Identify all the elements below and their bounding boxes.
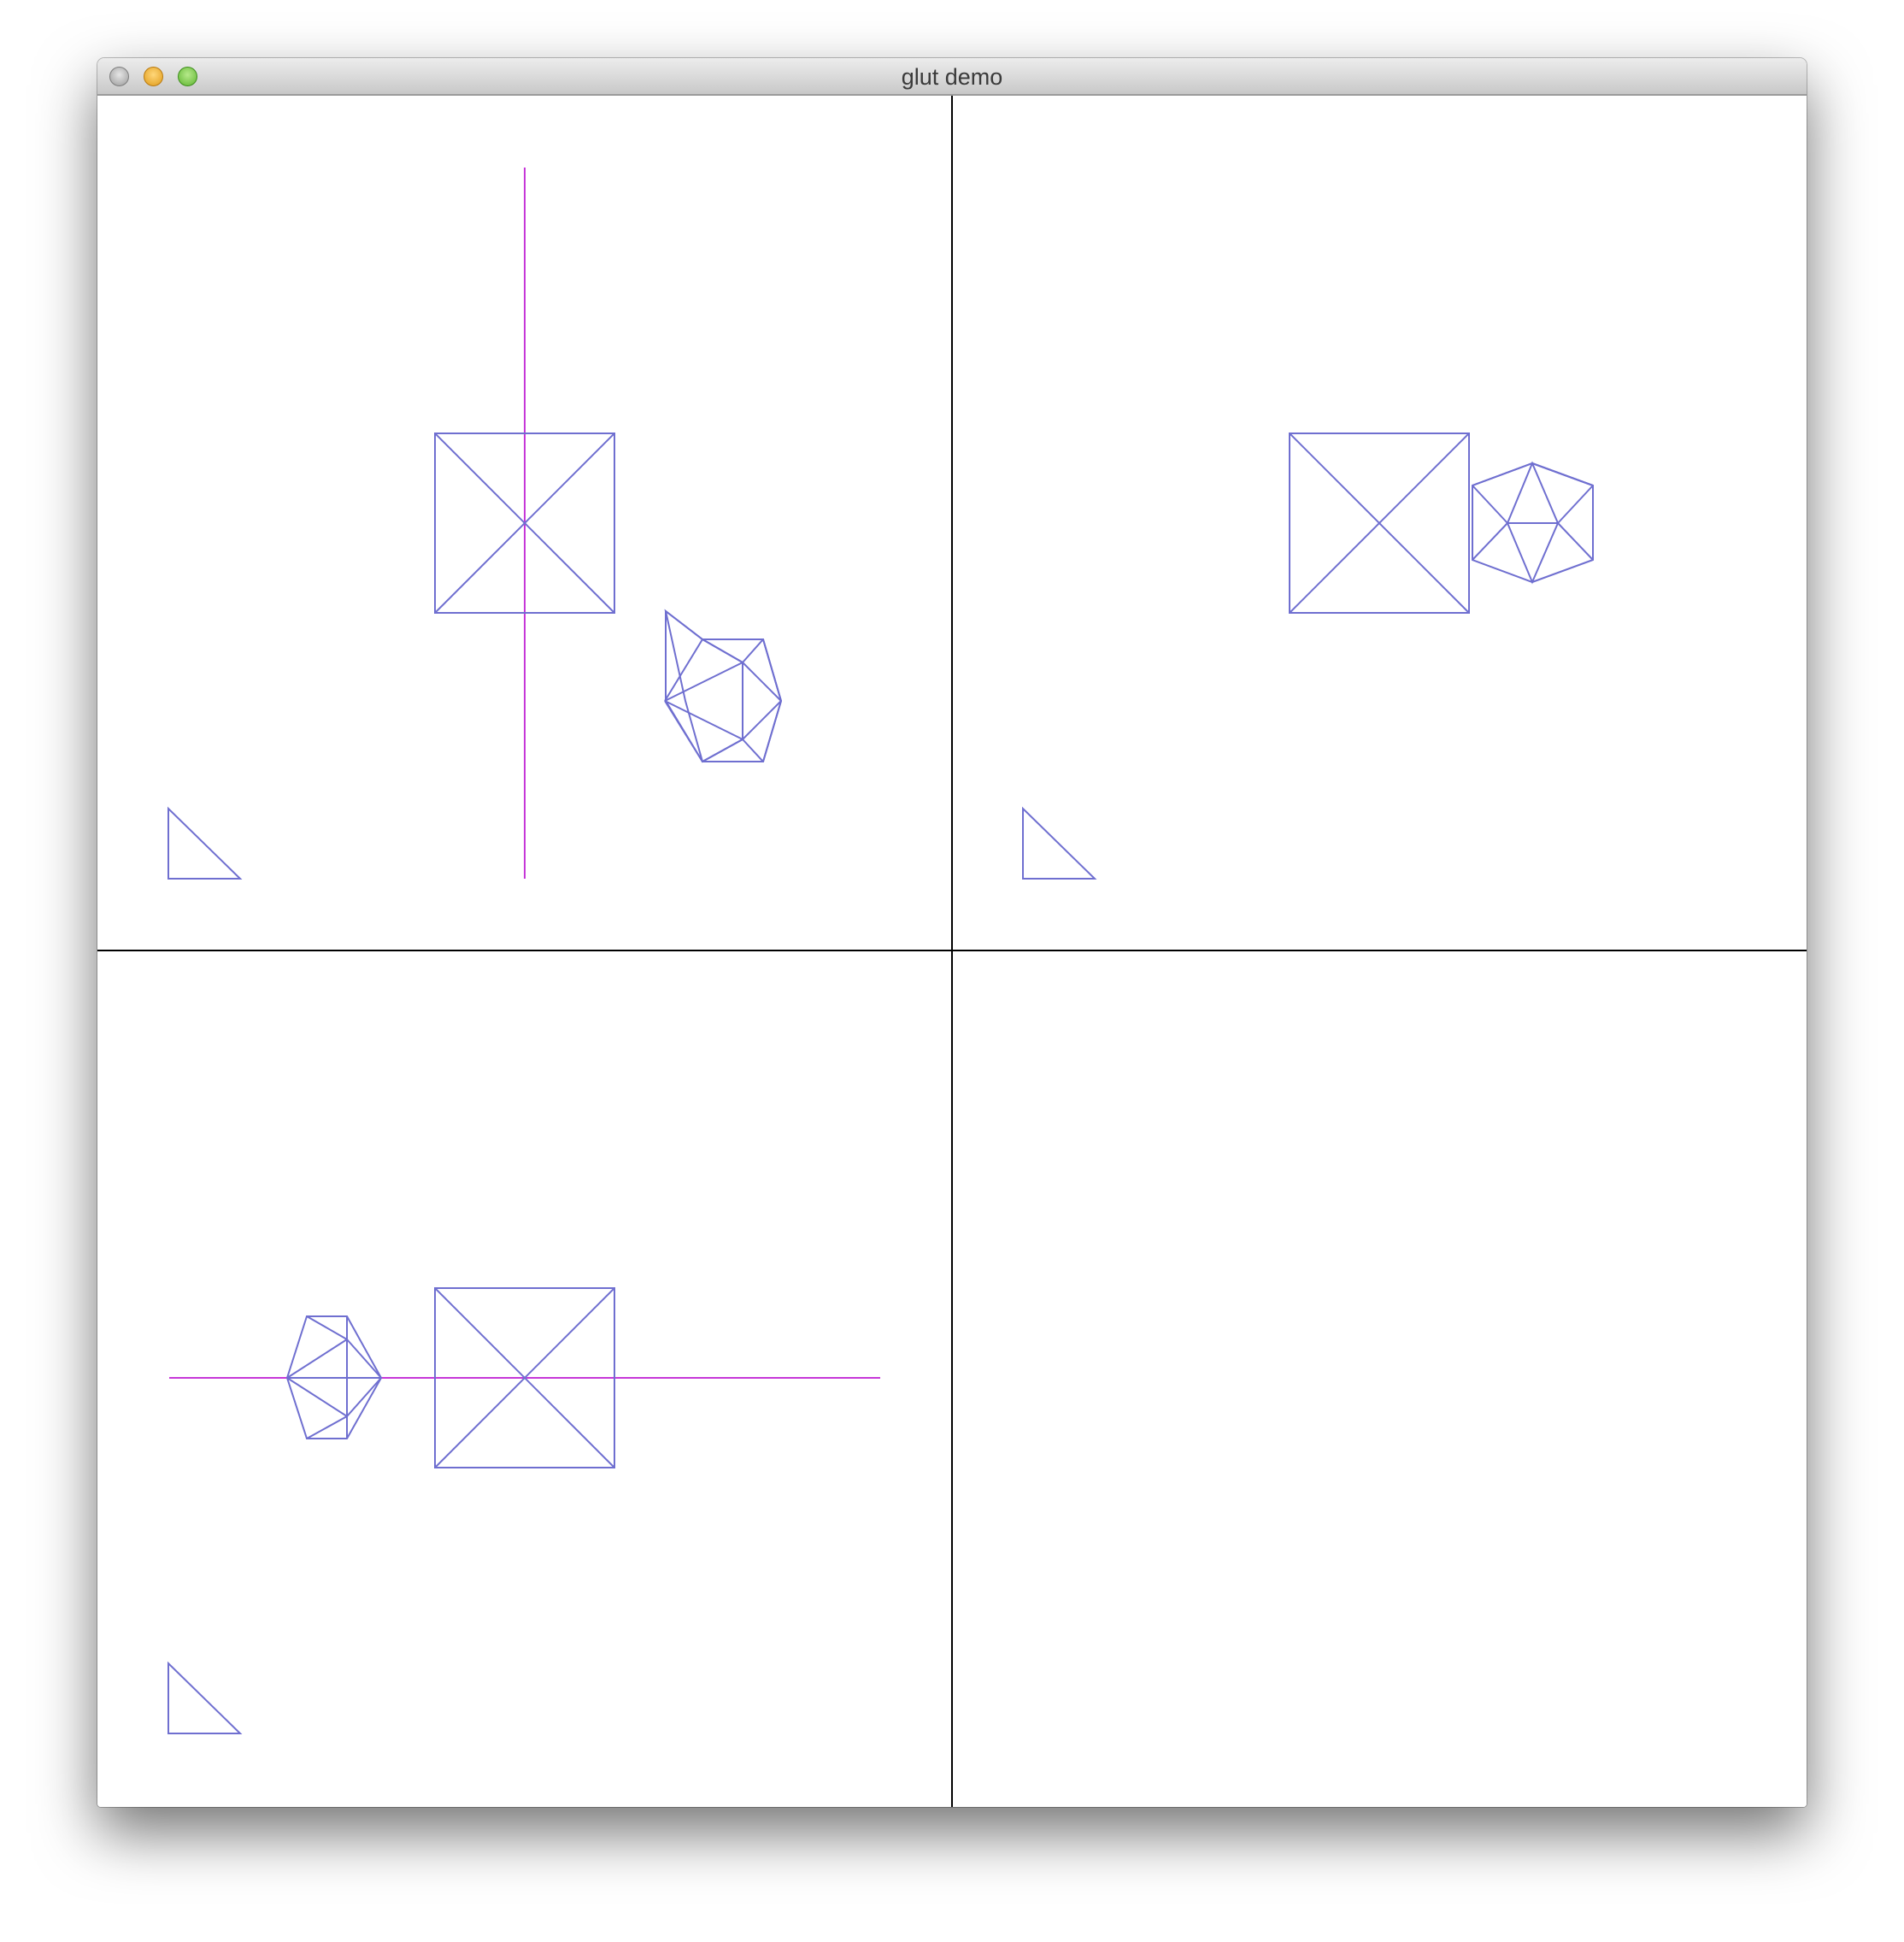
viewport-empty-view[interactable] [953, 951, 1807, 1807]
icosahedron-wireframe [285, 1315, 383, 1439]
triangle-wireframe [167, 1661, 243, 1734]
viewport-front-view[interactable] [167, 168, 783, 880]
icosahedron-wireframe [664, 609, 783, 763]
title-bar[interactable]: glut demo [97, 58, 1807, 96]
icosahedron-wireframe [1472, 461, 1594, 585]
triangle-wireframe [1022, 806, 1097, 880]
gl-canvas[interactable] [97, 96, 1807, 1807]
cube-wireframe [1289, 433, 1470, 614]
gl-drawing [97, 96, 1807, 1807]
window-title: glut demo [901, 64, 1003, 90]
viewport-side-view[interactable] [167, 1287, 880, 1734]
app-window: glut demo [97, 58, 1807, 1807]
triangle-wireframe [167, 806, 243, 880]
viewport-top-view[interactable] [1022, 433, 1594, 880]
